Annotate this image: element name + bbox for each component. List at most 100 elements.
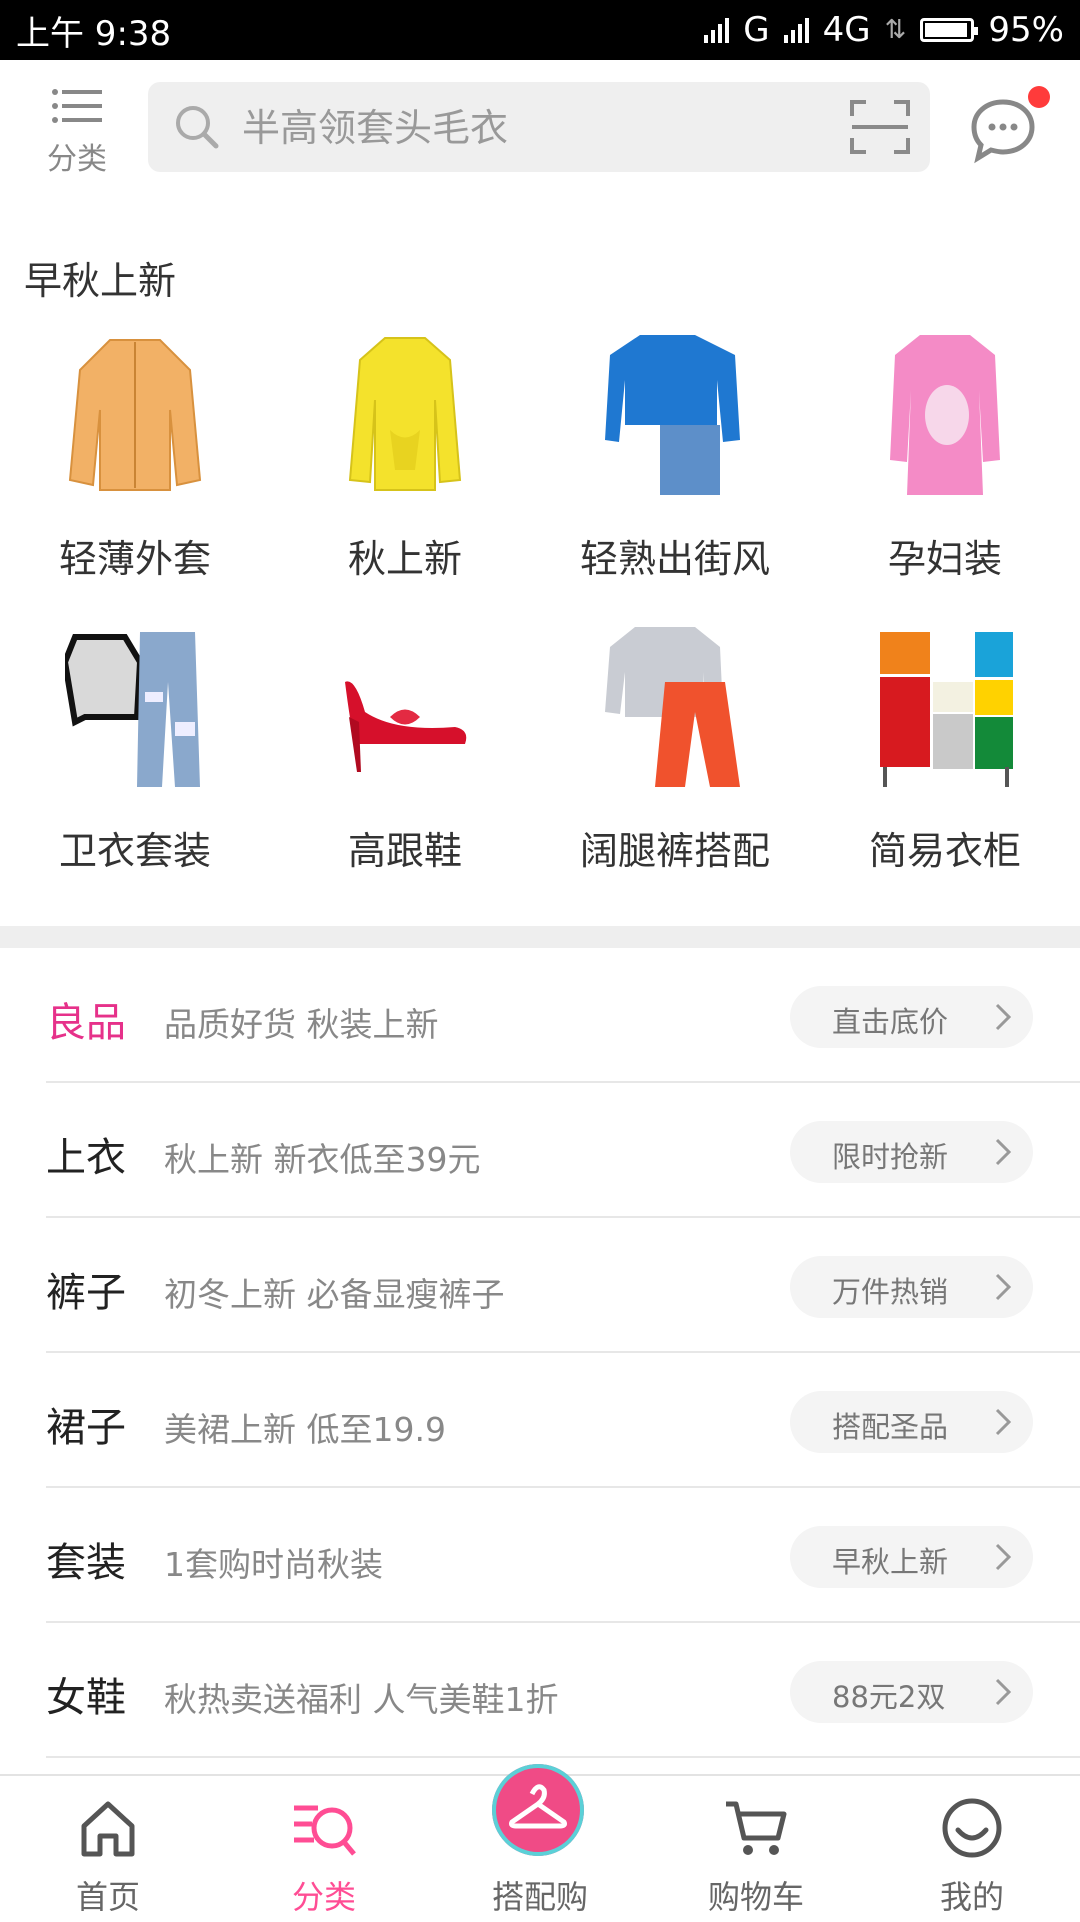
- chevron-right-icon: [995, 1543, 1011, 1571]
- search-input[interactable]: [240, 82, 804, 174]
- nav-category-label: 分类: [291, 1878, 356, 1916]
- category-item-simple-wardrobe[interactable]: 简易衣柜: [810, 622, 1080, 882]
- red-high-heel-icon: [345, 681, 467, 772]
- chevron-right-icon: [995, 1678, 1011, 1706]
- list-item-tag-label: 直击底价: [832, 1005, 949, 1039]
- category-item-label: 简易衣柜: [868, 829, 1021, 873]
- category-item-label: 轻薄外套: [58, 537, 211, 581]
- top-header: 分类: [0, 60, 1080, 195]
- row-divider: [46, 1756, 1080, 1758]
- list-item-category: 套装: [46, 1540, 126, 1586]
- category-item-maternity[interactable]: 孕妇装: [810, 330, 1080, 590]
- yellow-cardigan-icon: [348, 337, 462, 491]
- hanger-icon: [509, 1784, 567, 1829]
- list-item-tag-button[interactable]: 搭配圣品: [790, 1391, 1033, 1453]
- category-item-label: 孕妇装: [887, 537, 1002, 581]
- menu-list-icon: [52, 89, 102, 123]
- network-4g-label: 4G: [822, 10, 871, 50]
- pink-sweater-dress-icon: [890, 335, 1000, 495]
- list-item-tag-label: 搭配圣品: [832, 1410, 949, 1444]
- search-bar[interactable]: [148, 82, 930, 174]
- scan-icon[interactable]: [850, 98, 910, 156]
- chevron-right-icon: [995, 1408, 1011, 1436]
- list-item-tag-label: 万件热销: [832, 1275, 949, 1309]
- list-item[interactable]: 裙子 美裙上新 低至19.9 搭配圣品: [0, 1353, 1080, 1488]
- list-item[interactable]: 良品 品质好货 秋装上新 直击底价: [0, 948, 1080, 1083]
- chevron-right-icon: [995, 1138, 1011, 1166]
- category-item-label: 秋上新: [347, 537, 462, 581]
- unread-dot: [1028, 86, 1050, 108]
- list-item-desc: 初冬上新 必备显瘦裤子: [164, 1275, 505, 1314]
- list-item-category: 上衣: [46, 1135, 126, 1181]
- list-item-tag-button[interactable]: 万件热销: [790, 1256, 1033, 1318]
- battery-percent: 95%: [988, 10, 1064, 50]
- sweatshirt-jeans-icon: [65, 632, 200, 787]
- list-item-desc: 1套购时尚秋装: [164, 1545, 383, 1584]
- list-item-desc: 秋上新 新衣低至39元: [164, 1140, 481, 1179]
- list-item-category: 裤子: [46, 1270, 126, 1316]
- signal-icon: [704, 17, 730, 43]
- nav-cart-label: 购物车: [707, 1878, 804, 1916]
- sweatshirt-red-pants-icon: [605, 627, 740, 787]
- network-g-label: G: [743, 10, 770, 50]
- list-item-tag-label: 限时抢新: [832, 1140, 949, 1174]
- list-item[interactable]: 裤子 初冬上新 必备显瘦裤子 万件热销: [0, 1218, 1080, 1353]
- category-item-label: 卫衣套装: [58, 829, 211, 873]
- search-icon: [176, 106, 219, 149]
- category-item-label: 阔腿裤搭配: [579, 829, 770, 873]
- category-item-light-jacket[interactable]: 轻薄外套: [0, 330, 270, 590]
- list-item-tag-label: 早秋上新: [832, 1545, 949, 1579]
- category-item-autumn-new[interactable]: 秋上新: [270, 330, 540, 590]
- home-icon: [81, 1801, 135, 1857]
- nav-match-buy[interactable]: 搭配购: [432, 1764, 648, 1922]
- list-item-category: 女鞋: [46, 1675, 126, 1721]
- orange-jacket-icon: [68, 339, 202, 491]
- status-bar: 上午 9:38 G 4G ⇅ 95%: [0, 0, 1080, 60]
- nav-home-label: 首页: [75, 1878, 140, 1916]
- list-item-tag-button[interactable]: 直击底价: [790, 986, 1033, 1048]
- match-buy-badge: [492, 1764, 584, 1856]
- colorful-cabinet-icon: [880, 632, 1013, 787]
- list-item-tag-label: 88元2双: [832, 1680, 946, 1714]
- nav-profile-label: 我的: [939, 1878, 1004, 1916]
- signal-icon-2: [783, 17, 809, 43]
- section-divider: [0, 926, 1080, 948]
- data-transfer-icon: ⇅: [884, 15, 907, 45]
- list-item-desc: 秋热卖送福利 人气美鞋1折: [164, 1680, 559, 1719]
- nav-profile[interactable]: 我的: [864, 1776, 1080, 1922]
- battery-icon: [920, 18, 979, 42]
- category-menu-button[interactable]: 分类: [40, 88, 114, 177]
- category-search-icon: [294, 1805, 356, 1856]
- category-item-sweatshirt-set[interactable]: 卫衣套装: [0, 622, 270, 882]
- list-item-tag-button[interactable]: 限时抢新: [790, 1121, 1033, 1183]
- category-item-label: 轻熟出街风: [579, 537, 770, 581]
- nav-match-buy-label: 搭配购: [491, 1878, 588, 1916]
- chat-bubble-icon: [971, 99, 1035, 164]
- status-time: 上午 9:38: [16, 13, 172, 54]
- blue-sweater-skirt-icon: [605, 335, 740, 495]
- list-item[interactable]: 套装 1套购时尚秋装 早秋上新: [0, 1488, 1080, 1623]
- category-menu-label: 分类: [47, 142, 107, 177]
- chevron-right-icon: [995, 1273, 1011, 1301]
- nav-home[interactable]: 首页: [0, 1776, 216, 1922]
- list-item-desc: 品质好货 秋装上新: [164, 1005, 439, 1044]
- list-item-tag-button[interactable]: 88元2双: [790, 1661, 1033, 1723]
- category-item-high-heels[interactable]: 高跟鞋: [270, 622, 540, 882]
- list-item-tag-button[interactable]: 早秋上新: [790, 1526, 1033, 1588]
- list-item[interactable]: 女鞋 秋热卖送福利 人气美鞋1折 88元2双: [0, 1623, 1080, 1758]
- nav-cart[interactable]: 购物车: [648, 1776, 864, 1922]
- list-item[interactable]: 上衣 秋上新 新衣低至39元 限时抢新: [0, 1083, 1080, 1218]
- chevron-right-icon: [995, 1003, 1011, 1031]
- nav-category[interactable]: 分类: [216, 1776, 432, 1922]
- list-item-desc: 美裙上新 低至19.9: [164, 1410, 446, 1449]
- bottom-nav: 首页 分类 搭配购 购物车 我的: [0, 1764, 1080, 1922]
- section-title: 早秋上新: [24, 259, 177, 303]
- profile-face-icon: [942, 1798, 1002, 1858]
- list-item-category: 裙子: [46, 1405, 126, 1451]
- category-item-street-style[interactable]: 轻熟出街风: [540, 330, 810, 590]
- message-button[interactable]: [968, 86, 1050, 170]
- cart-icon: [726, 1801, 787, 1855]
- list-item-category: 良品: [46, 1000, 126, 1046]
- category-item-label: 高跟鞋: [347, 829, 462, 873]
- category-item-wide-leg-pants[interactable]: 阔腿裤搭配: [540, 622, 810, 882]
